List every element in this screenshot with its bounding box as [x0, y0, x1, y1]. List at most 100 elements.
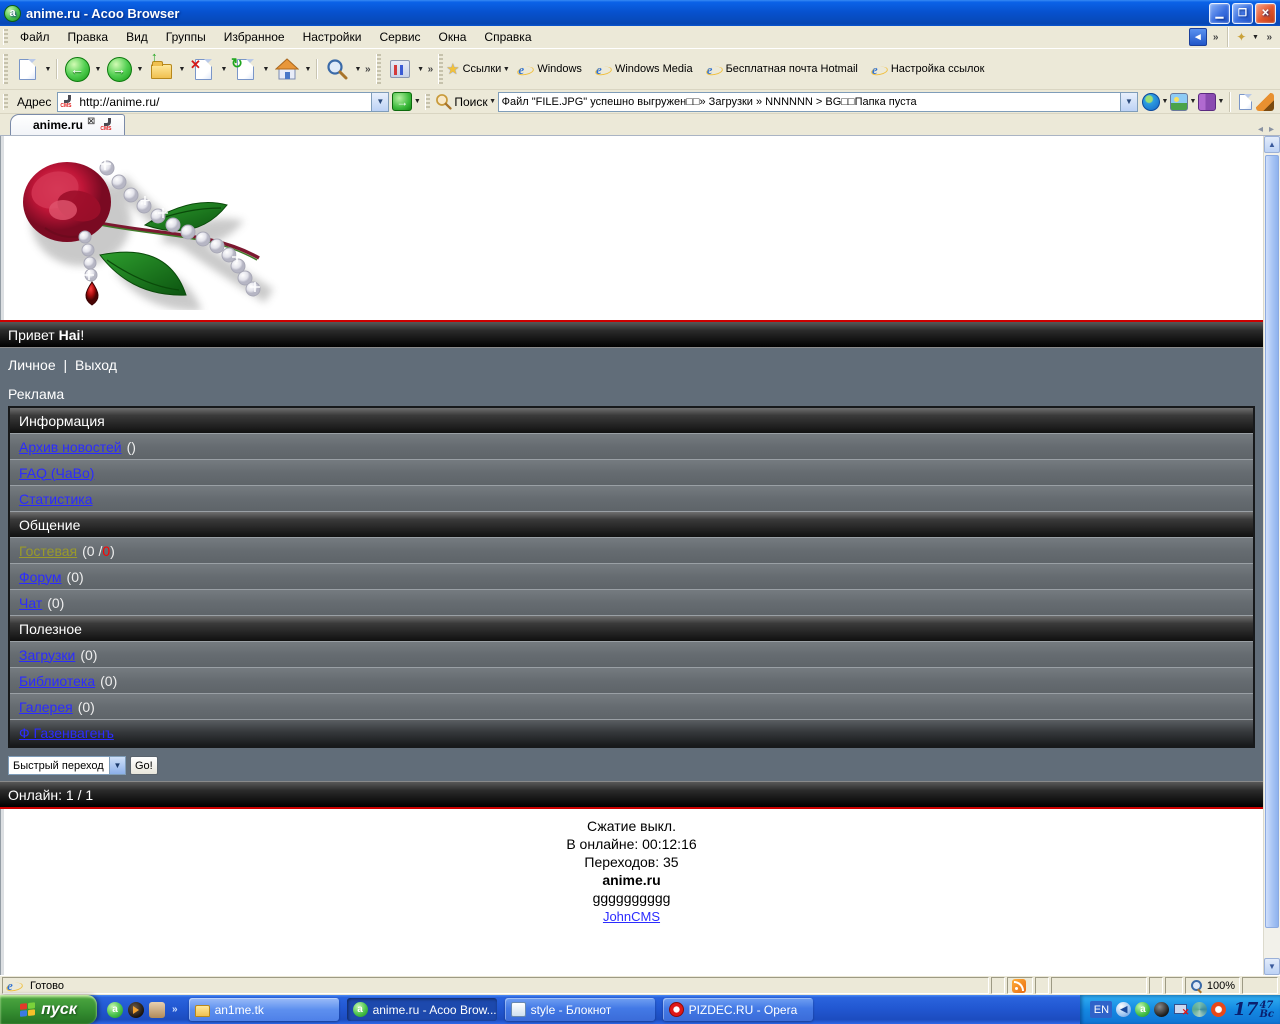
refresh-button[interactable]: ↻	[229, 53, 261, 85]
link-customize[interactable]: e Настройка ссылок	[872, 62, 985, 77]
menu-item-row[interactable]: Ф Газенвагенъ	[10, 720, 1253, 746]
start-button[interactable]: пуск	[0, 995, 97, 1024]
search-label[interactable]: Поиск	[454, 95, 487, 109]
chevron-more-icon[interactable]: »	[1264, 32, 1274, 43]
page-preview-button[interactable]	[1234, 91, 1256, 113]
dropdown-arrow-icon[interactable]: ▼	[93, 66, 103, 73]
menu-item-row[interactable]: FAQ (ЧаВо)	[10, 460, 1253, 486]
gallery-link[interactable]: Галерея	[19, 699, 73, 715]
upload-button[interactable]: ↑	[145, 49, 177, 85]
search-input[interactable]: Файл "FILE.JPG" успешно выгружен□□» Загр…	[497, 91, 1138, 112]
toolbar-grip[interactable]	[425, 93, 431, 110]
chevron-more-icon[interactable]: »	[363, 64, 373, 75]
menu-item-row[interactable]: Загрузки (0)	[10, 642, 1253, 668]
zoom-panel[interactable]: 100%	[1184, 977, 1240, 994]
tab-scroll-left-icon[interactable]: ◂	[1258, 124, 1263, 135]
menu-item-row[interactable]: Статистика	[10, 486, 1253, 512]
tray-downloader-icon[interactable]	[1211, 1002, 1227, 1017]
dropdown-arrow-icon[interactable]: ▼	[1188, 98, 1198, 105]
taskbar-button-browser[interactable]: a anime.ru - Acoo Brow...	[346, 998, 497, 1021]
dropdown-arrow-icon[interactable]: ▼	[177, 66, 187, 73]
extra-link[interactable]: Ф Газенвагенъ	[19, 725, 114, 741]
language-indicator[interactable]: EN	[1090, 1001, 1113, 1018]
menu-item-row[interactable]: Библиотека (0)	[10, 668, 1253, 694]
tools-button[interactable]	[384, 53, 416, 85]
toolbar-grip[interactable]	[3, 29, 8, 45]
skin-back-icon[interactable]: ◄	[1188, 28, 1207, 46]
dropdown-arrow-icon[interactable]: ▼	[303, 66, 313, 73]
toolbar-grip[interactable]	[3, 93, 8, 110]
tray-sphere-icon[interactable]	[1154, 1002, 1170, 1017]
taskbar-button-opera[interactable]: PIZDEC.RU - Opera	[662, 998, 813, 1021]
toolbar-grip[interactable]	[3, 54, 8, 84]
tab-anime-ru[interactable]: anime.ru ⊠ CMS	[10, 114, 126, 135]
translate-globe-icon[interactable]	[1142, 92, 1160, 111]
quicklaunch-messenger-icon[interactable]	[149, 1001, 165, 1018]
go-button[interactable]: →	[392, 92, 413, 111]
logout-link[interactable]: Выход	[75, 357, 117, 373]
faq-link[interactable]: FAQ (ЧаВо)	[19, 465, 94, 481]
quick-jump-go-button[interactable]: Go!	[130, 756, 158, 775]
dropdown-arrow-icon[interactable]: ▼	[135, 66, 145, 73]
select-dropdown-icon[interactable]: ▼	[109, 757, 125, 774]
rss-panel[interactable]	[1006, 977, 1033, 994]
menu-file[interactable]: Файл	[11, 27, 59, 47]
tray-network-disconnected-icon[interactable]	[1173, 1002, 1189, 1018]
dropdown-arrow-icon[interactable]: ▼	[501, 66, 511, 73]
menu-windows[interactable]: Окна	[430, 27, 476, 47]
dropdown-arrow-icon[interactable]: ▼	[1160, 98, 1170, 105]
guestbook-link[interactable]: Гостевая	[19, 543, 77, 559]
scroll-up-icon[interactable]: ▲	[1264, 136, 1280, 153]
stop-button[interactable]: ✕	[187, 53, 219, 85]
tray-messenger-icon[interactable]	[1192, 1002, 1208, 1017]
tray-clock[interactable]: 17 47 Вс	[1233, 999, 1274, 1020]
restore-button[interactable]: ❐	[1232, 2, 1253, 24]
chat-link[interactable]: Чат	[19, 595, 42, 611]
link-hotmail[interactable]: e Бесплатная почта Hotmail	[707, 62, 858, 77]
vertical-scrollbar[interactable]: ▲ ▼	[1263, 136, 1280, 975]
pen-edit-icon[interactable]	[1256, 92, 1274, 111]
images-icon[interactable]	[1170, 92, 1188, 111]
home-button[interactable]	[271, 53, 303, 85]
downloads-link[interactable]: Загрузки	[19, 647, 75, 663]
address-dropdown-icon[interactable]: ▼	[371, 92, 389, 111]
chevron-more-icon[interactable]: »	[170, 1004, 180, 1015]
menu-view[interactable]: Вид	[117, 27, 157, 47]
dropdown-arrow-icon[interactable]: ▼	[488, 98, 498, 105]
bookmarks-icon[interactable]	[1198, 92, 1216, 111]
scrollbar-thumb[interactable]	[1265, 155, 1279, 928]
toolbar-grip[interactable]	[375, 54, 381, 84]
chevron-more-icon[interactable]: »	[426, 64, 436, 75]
news-archive-link[interactable]: Архив новостей	[19, 439, 122, 455]
address-input[interactable]: CMS http://anime.ru/ ▼	[57, 91, 390, 112]
dropdown-arrow-icon[interactable]: ▼	[353, 66, 363, 73]
menu-service[interactable]: Сервис	[370, 27, 429, 47]
menu-favorites[interactable]: Избранное	[215, 27, 294, 47]
menu-item-row[interactable]: Архив новостей ()	[10, 434, 1253, 460]
quicklaunch-player-icon[interactable]	[128, 1001, 144, 1018]
close-button[interactable]: ✕	[1255, 2, 1276, 24]
dropdown-arrow-icon[interactable]: ▼	[412, 98, 422, 105]
menu-help[interactable]: Справка	[475, 27, 540, 47]
library-link[interactable]: Библиотека	[19, 673, 95, 689]
dropdown-arrow-icon[interactable]: ▼	[261, 66, 271, 73]
new-page-button[interactable]	[11, 53, 43, 85]
menu-groups[interactable]: Группы	[157, 27, 215, 47]
menu-item-row[interactable]: Гостевая (0 / 0)	[10, 538, 1253, 564]
quicklaunch-acoo-icon[interactable]: a	[107, 1001, 123, 1018]
search-button[interactable]	[321, 53, 353, 85]
dropdown-arrow-icon[interactable]: ▼	[1216, 98, 1226, 105]
search-dropdown-icon[interactable]: ▼	[1120, 92, 1137, 111]
tab-scroll-right-icon[interactable]: ▸	[1269, 124, 1274, 135]
dropdown-arrow-icon[interactable]: ▼	[1250, 34, 1260, 41]
wand-icon[interactable]: ✦	[1236, 30, 1246, 44]
dropdown-arrow-icon[interactable]: ▼	[43, 66, 53, 73]
statistics-link[interactable]: Статистика	[19, 491, 93, 507]
menu-item-row[interactable]: Галерея (0)	[10, 694, 1253, 720]
menu-edit[interactable]: Правка	[59, 27, 118, 47]
back-button[interactable]: ←	[61, 53, 93, 85]
scroll-down-icon[interactable]: ▼	[1264, 958, 1280, 975]
link-windows[interactable]: e Windows	[518, 62, 582, 77]
forum-link[interactable]: Форум	[19, 569, 62, 585]
taskbar-button-notepad[interactable]: style - Блокнот	[504, 998, 655, 1021]
